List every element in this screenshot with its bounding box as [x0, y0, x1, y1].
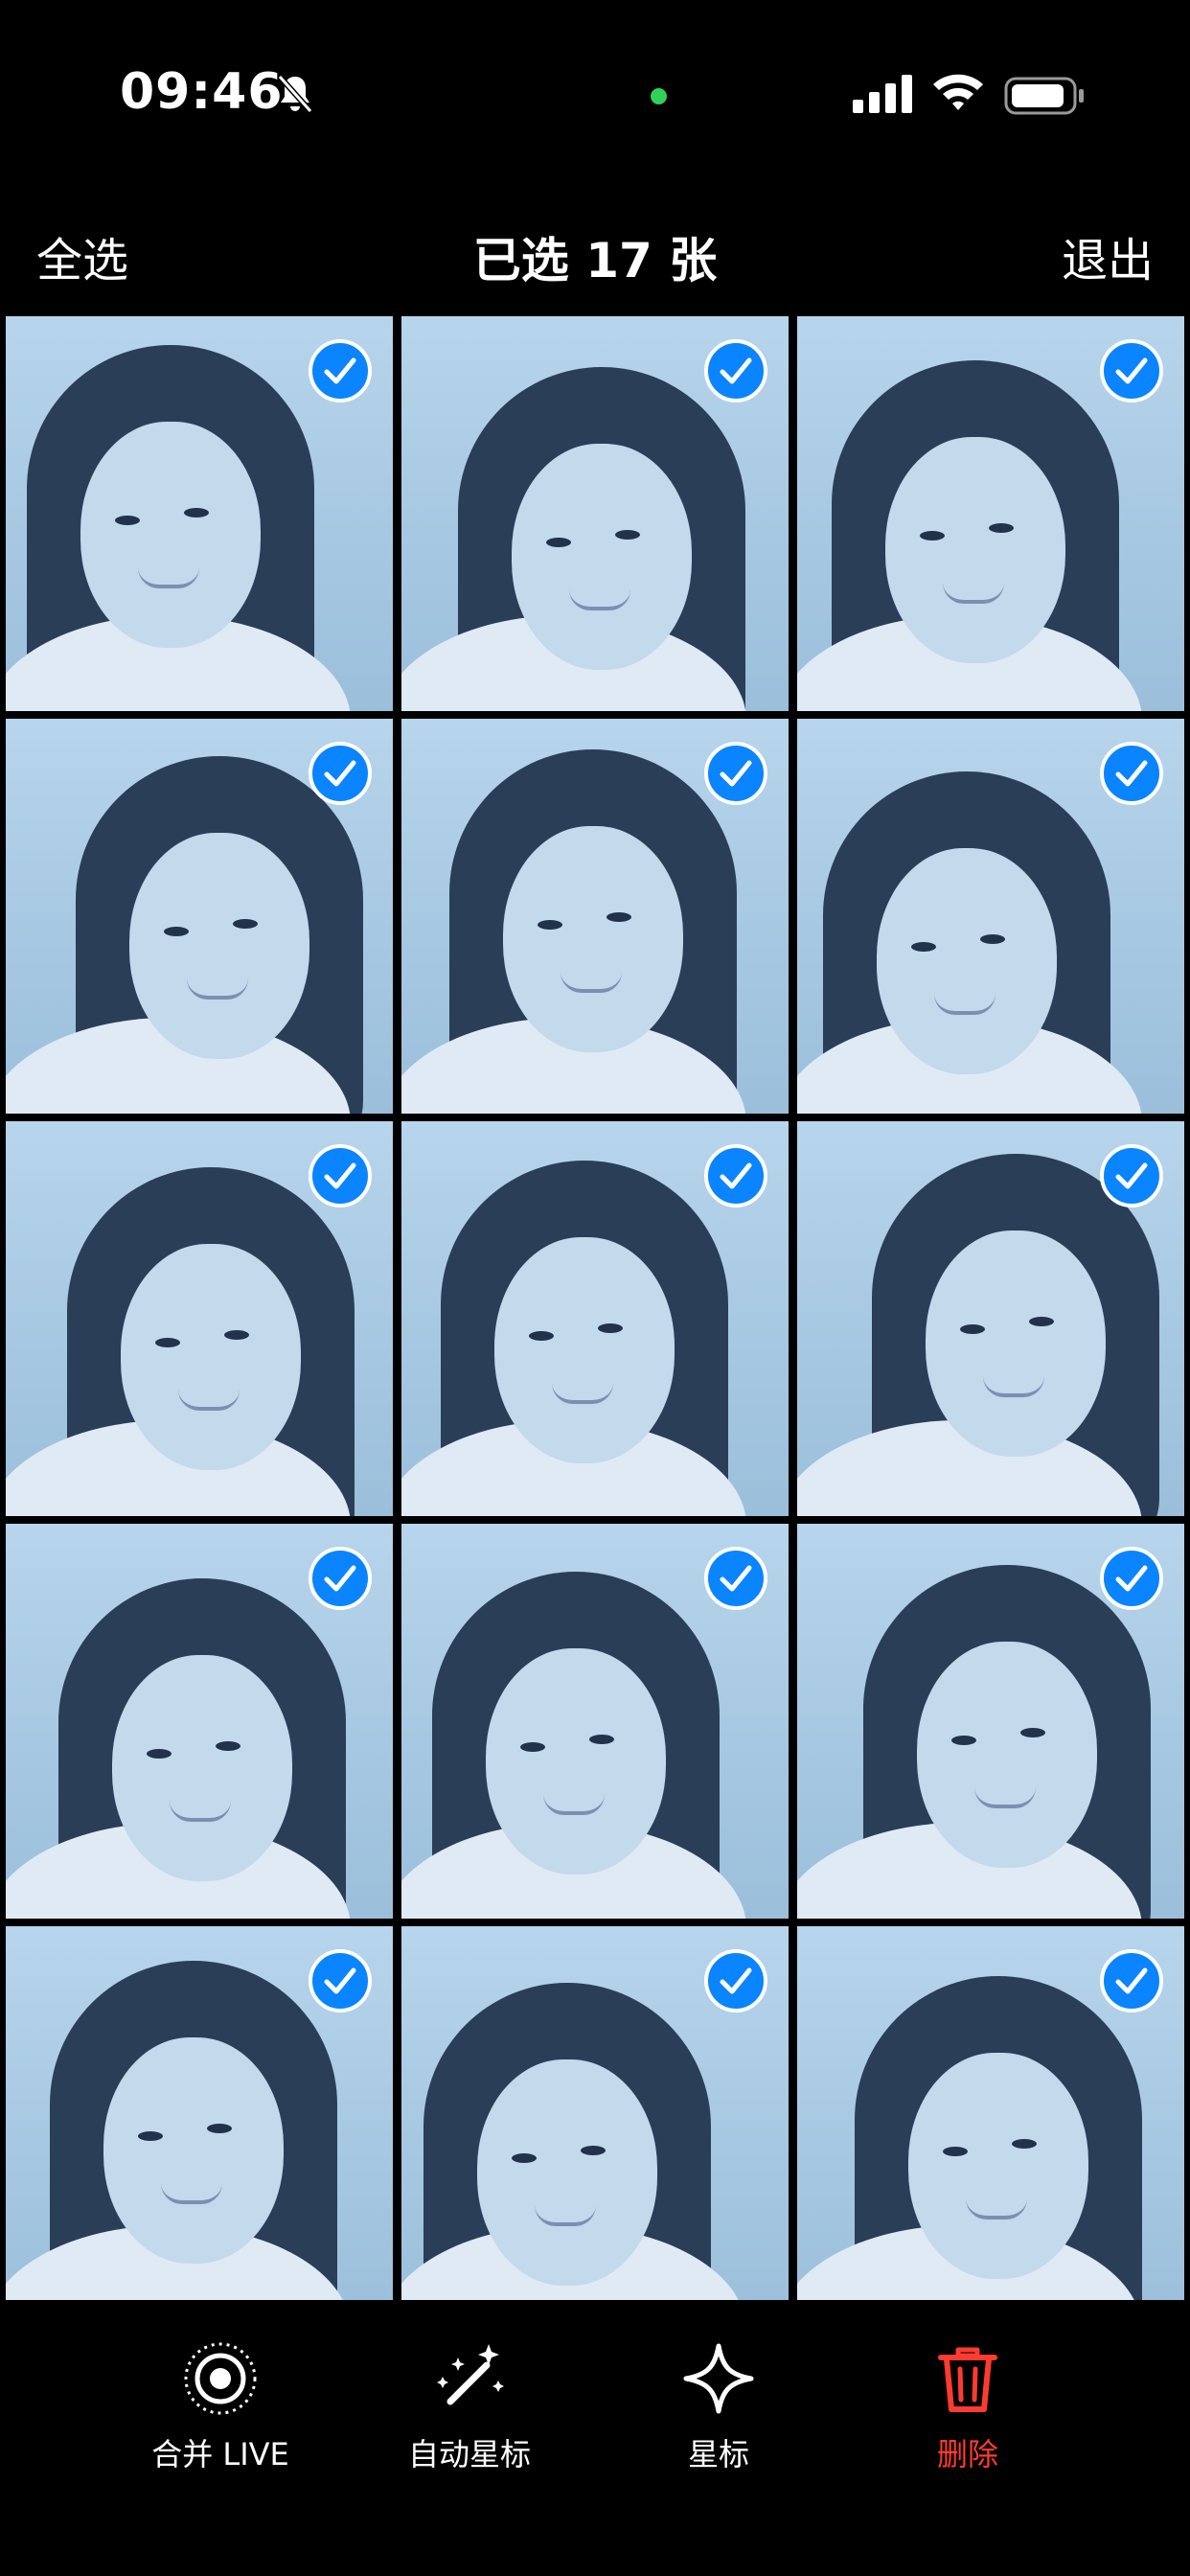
wifi-icon [933, 74, 983, 110]
page-title: 已选 17 张 [472, 233, 718, 288]
photo-thumbnail[interactable] [401, 1926, 789, 2321]
selected-checkmark-icon [704, 1547, 767, 1610]
star-label: 星标 [687, 2436, 749, 2472]
magic-wand-icon [437, 2344, 504, 2405]
photo-thumbnail[interactable] [6, 719, 393, 1114]
photo-thumbnail[interactable] [6, 1926, 393, 2321]
photo-thumbnail[interactable] [797, 316, 1184, 711]
selected-checkmark-icon [1100, 1547, 1163, 1610]
trash-icon [938, 2347, 997, 2412]
selected-checkmark-icon [704, 1144, 767, 1208]
bottom-toolbar: 合并 LIVE 自动星标 星标 删除 [0, 2300, 1190, 2576]
delete-label: 删除 [936, 2436, 998, 2472]
photo-thumbnail[interactable] [401, 1524, 789, 1919]
selected-checkmark-icon [704, 339, 767, 402]
photo-thumbnail[interactable] [797, 719, 1184, 1114]
selected-checkmark-icon [704, 1949, 767, 2012]
bell-slash-icon [277, 75, 313, 113]
selected-checkmark-icon [1100, 339, 1163, 402]
photo-grid [6, 316, 1184, 2321]
cellular-signal-icon [853, 75, 912, 113]
selected-checkmark-icon [309, 1547, 372, 1610]
photo-thumbnail[interactable] [797, 1524, 1184, 1919]
photo-thumbnail[interactable] [6, 316, 393, 711]
selected-checkmark-icon [309, 742, 372, 805]
merge-live-button[interactable]: 合并 LIVE [115, 2338, 326, 2474]
exit-button[interactable]: 退出 [1062, 222, 1154, 289]
status-time: 09:46 [120, 63, 284, 121]
selected-checkmark-icon [1100, 742, 1163, 805]
star-button[interactable]: 星标 [613, 2338, 824, 2474]
photo-thumbnail[interactable] [6, 1524, 393, 1919]
selected-checkmark-icon [704, 742, 767, 805]
selection-nav-bar: 全选 已选 17 张 退出 [0, 201, 1190, 297]
selected-checkmark-icon [309, 339, 372, 402]
photo-thumbnail[interactable] [401, 1121, 789, 1516]
selected-checkmark-icon [1100, 1144, 1163, 1208]
photo-thumbnail[interactable] [6, 1121, 393, 1516]
delete-button[interactable]: 删除 [862, 2338, 1073, 2474]
camera-indicator-dot [651, 88, 667, 104]
selected-checkmark-icon [1100, 1949, 1163, 2012]
live-photo-icon [184, 2342, 257, 2415]
auto-star-label: 自动星标 [407, 2436, 531, 2472]
sparkle-icon [683, 2343, 754, 2414]
auto-star-button[interactable]: 自动星标 [364, 2338, 575, 2474]
photo-thumbnail[interactable] [797, 1926, 1184, 2321]
merge-live-label: 合并 LIVE [151, 2436, 289, 2472]
status-bar: 09:46 [0, 0, 1190, 192]
selected-checkmark-icon [309, 1144, 372, 1208]
photo-thumbnail[interactable] [401, 719, 789, 1114]
photo-thumbnail[interactable] [401, 316, 789, 711]
battery-icon [1004, 77, 1084, 115]
photo-thumbnail[interactable] [797, 1121, 1184, 1516]
selected-checkmark-icon [309, 1949, 372, 2012]
